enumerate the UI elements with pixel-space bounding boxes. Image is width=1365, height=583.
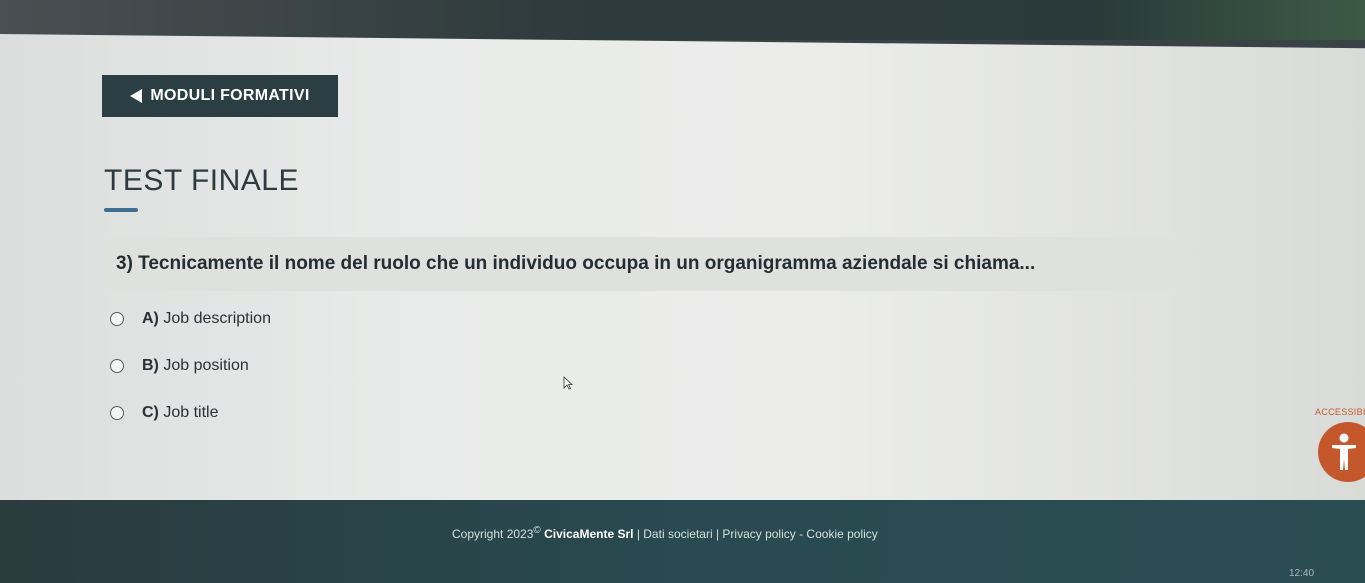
question-box: 3) Tecnicamente il nome del ruolo che un… xyxy=(104,237,1178,291)
option-c-text: Job title xyxy=(163,404,219,421)
option-b[interactable]: B) Job position xyxy=(110,357,249,375)
question-text: 3) Tecnicamente il nome del ruolo che un… xyxy=(116,253,1036,274)
copyright-symbol: © xyxy=(533,525,541,536)
option-a-label: A) Job description xyxy=(142,310,271,328)
accessibility-button[interactable] xyxy=(1318,422,1365,482)
option-c[interactable]: C) Job title xyxy=(110,404,218,422)
option-c-label: C) Job title xyxy=(142,404,218,422)
accessibility-label: ACCESSIBIL xyxy=(1315,407,1365,417)
option-a-text: Job description xyxy=(163,310,271,327)
title-underline xyxy=(104,208,138,212)
page-title: TEST FINALE xyxy=(104,164,299,197)
radio-option-b[interactable] xyxy=(110,359,124,373)
footer-links[interactable]: | Dati societari | Privacy policy - Cook… xyxy=(633,527,878,541)
back-arrow-icon xyxy=(130,89,143,103)
footer: Copyright 2023© CivicaMente Srl | Dati s… xyxy=(0,500,1365,583)
radio-option-a[interactable] xyxy=(110,312,124,326)
page-content: MODULI FORMATIVI TEST FINALE 3) Tecnicam… xyxy=(0,34,1365,529)
moduli-formativi-back-button[interactable]: MODULI FORMATIVI xyxy=(102,75,338,117)
mouse-cursor-icon xyxy=(563,376,573,390)
footer-text: Copyright 2023© CivicaMente Srl | Dati s… xyxy=(452,525,878,541)
taskbar-clock: 12:40 xyxy=(1289,568,1315,579)
screen: MODULI FORMATIVI TEST FINALE 3) Tecnicam… xyxy=(0,0,1365,583)
option-c-letter: C) xyxy=(142,404,159,421)
option-a-letter: A) xyxy=(142,310,159,327)
option-b-letter: B) xyxy=(142,357,159,374)
accessibility-person-icon xyxy=(1332,433,1356,470)
back-button-label: MODULI FORMATIVI xyxy=(150,87,310,104)
radio-option-c[interactable] xyxy=(110,406,124,420)
option-a[interactable]: A) Job description xyxy=(110,310,271,328)
option-b-text: Job position xyxy=(163,357,249,374)
copyright-text: Copyright 2023 xyxy=(452,527,534,541)
option-b-label: B) Job position xyxy=(142,357,249,375)
company-link[interactable]: CivicaMente Srl xyxy=(544,527,633,541)
